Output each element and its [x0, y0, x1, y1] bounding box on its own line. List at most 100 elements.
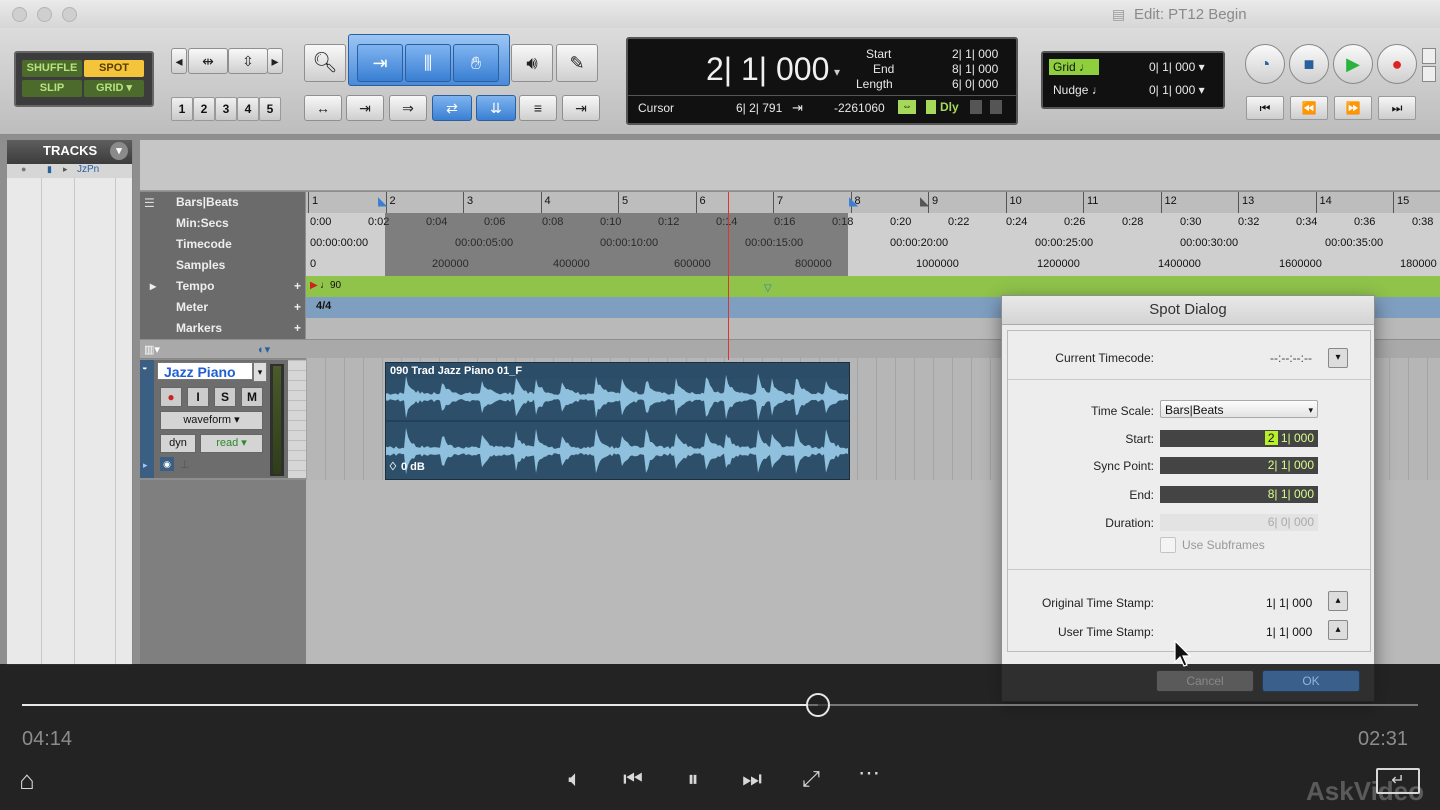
- grid-toggle[interactable]: Grid ♩: [1049, 59, 1099, 75]
- volume-icon[interactable]: 🔈︎: [558, 766, 592, 792]
- spot-mode-button[interactable]: SPOT: [84, 60, 144, 77]
- track-timebase-icon[interactable]: ◉: [160, 457, 174, 471]
- start-value[interactable]: 2| 1| 000: [952, 47, 998, 61]
- automation-mode-selector[interactable]: read ▾: [200, 434, 263, 453]
- mirrored-midi-icon[interactable]: ⇒: [389, 95, 427, 121]
- record-icon[interactable]: ●: [1377, 44, 1417, 84]
- tempo-expand-icon[interactable]: ▸: [150, 276, 156, 297]
- start-marker-icon[interactable]: ◣: [378, 194, 387, 208]
- nudge-value[interactable]: 0| 1| 000 ▾: [1149, 83, 1205, 97]
- online-icon[interactable]: [990, 100, 1002, 114]
- bars-beats-label[interactable]: Bars|Beats: [140, 192, 305, 213]
- pause-icon[interactable]: ⏸︎: [676, 766, 710, 792]
- markers-row-label[interactable]: Markers +: [140, 318, 305, 339]
- grid-value[interactable]: 0| 1| 000 ▾: [1149, 60, 1205, 74]
- zoom-out-arrow-icon[interactable]: ◂: [171, 48, 187, 74]
- video-progress-knob[interactable]: [805, 693, 830, 717]
- zoom-in-arrow-icon[interactable]: ▸: [267, 48, 283, 74]
- dly-label[interactable]: Dly: [940, 100, 959, 114]
- user-time-stamp-up-icon[interactable]: ▴: [1328, 620, 1348, 640]
- counter-dropdown-icon[interactable]: ▾: [834, 65, 840, 79]
- stop-icon[interactable]: ■: [1289, 44, 1329, 84]
- track-collapse-icon[interactable]: ◒: [142, 362, 147, 372]
- slip-mode-button[interactable]: SLIP: [22, 80, 82, 97]
- track-list-name[interactable]: JzPn: [77, 164, 99, 175]
- track-view-menu-icon[interactable]: ▥▾: [144, 343, 160, 356]
- track-view-selector[interactable]: waveform ▾: [160, 411, 263, 430]
- next-icon[interactable]: ⏭︎: [735, 766, 769, 792]
- zoom-preset-5[interactable]: 5: [259, 97, 281, 121]
- zoom-window-button[interactable]: [62, 7, 77, 22]
- tempo-lane[interactable]: ▶ ♩90 ▽: [306, 276, 1440, 297]
- go-to-end-icon[interactable]: ⏭: [1378, 96, 1416, 120]
- track-options-icon[interactable]: ◐▾: [258, 343, 270, 356]
- more-options-icon[interactable]: ⋯: [852, 760, 886, 786]
- meter-value[interactable]: 4/4: [316, 300, 331, 312]
- play-icon[interactable]: ▶: [1333, 44, 1373, 84]
- video-progress-track[interactable]: [22, 704, 1418, 706]
- zoom-preset-3[interactable]: 3: [215, 97, 237, 121]
- bars-beats-lane[interactable]: 1 2 3 4 5 6 7 8 9 10 11 12 13 14 15 ◣ ◣ ◣: [306, 192, 1440, 213]
- track-show-dot-icon[interactable]: ●: [21, 164, 26, 174]
- end-value[interactable]: 8| 1| 000: [952, 62, 998, 76]
- track-expand-icon[interactable]: ▸: [143, 460, 148, 471]
- timecode-label[interactable]: Timecode: [140, 234, 305, 255]
- input-monitor-button[interactable]: I: [187, 387, 209, 407]
- track-visible-icon[interactable]: ▮: [47, 164, 52, 175]
- zoom-preset-1[interactable]: 1: [171, 97, 193, 121]
- expand-transport-icon[interactable]: [1422, 48, 1436, 64]
- link-track-edit-icon[interactable]: ⇊: [476, 95, 516, 121]
- end-marker-icon[interactable]: ◣: [849, 194, 858, 208]
- delay-comp-icon[interactable]: [926, 100, 936, 114]
- ok-button[interactable]: OK: [1262, 670, 1360, 692]
- selector-tool-icon[interactable]: ⫼: [405, 44, 451, 82]
- tracks-menu-icon[interactable]: ▾: [110, 142, 128, 160]
- tempo-marker-icon[interactable]: ▽: [764, 283, 772, 294]
- home-icon[interactable]: ⌂: [10, 765, 44, 796]
- tempo-row-label[interactable]: ▸ Tempo +: [140, 276, 305, 297]
- return-to-zero-icon[interactable]: ⏮: [1246, 96, 1284, 120]
- audio-clip[interactable]: 090 Trad Jazz Piano 01_F ♢ 0 dB: [385, 362, 850, 480]
- main-counter-value[interactable]: 2| 1| 000: [706, 51, 829, 88]
- clip-gain[interactable]: ♢ 0 dB: [388, 460, 425, 473]
- keyboard-focus-icon[interactable]: ⇥: [562, 95, 600, 121]
- grid-mode-button[interactable]: GRID ▾: [84, 80, 144, 97]
- current-timecode-capture-icon[interactable]: ▾: [1328, 348, 1348, 368]
- end-field[interactable]: 8| 1| 000: [1160, 486, 1318, 503]
- close-window-button[interactable]: [12, 7, 27, 22]
- horizontal-zoom-icon[interactable]: ⇹: [188, 48, 228, 74]
- fast-forward-icon[interactable]: ⏩: [1334, 96, 1372, 120]
- nudge-label[interactable]: Nudge ♩: [1053, 83, 1104, 97]
- pencil-tool-icon[interactable]: ✎: [556, 44, 598, 82]
- fullscreen-icon[interactable]: ⤢: [794, 766, 828, 792]
- track-name-menu-icon[interactable]: ▾: [253, 362, 267, 382]
- original-time-stamp-up-icon[interactable]: ▴: [1328, 591, 1348, 611]
- sync-point-field[interactable]: 2| 1| 000: [1160, 457, 1318, 474]
- mute-button[interactable]: M: [241, 387, 263, 407]
- zoom-preset-4[interactable]: 4: [237, 97, 259, 121]
- dyn-button[interactable]: dyn: [160, 434, 196, 453]
- meter-row-label[interactable]: Meter +: [140, 297, 305, 318]
- midi-merge-icon[interactable]: [970, 100, 982, 114]
- zoomer-tool-icon[interactable]: 🔍︎: [304, 44, 346, 82]
- link-timeline-selection-icon[interactable]: ⇄: [432, 95, 472, 121]
- shuffle-mode-button[interactable]: SHUFFLE: [22, 60, 82, 77]
- track-expand-icon[interactable]: ▸: [63, 164, 68, 175]
- solo-button[interactable]: S: [214, 387, 236, 407]
- online-clock-icon[interactable]: ◔: [1245, 44, 1285, 84]
- record-enable-button[interactable]: ●: [160, 387, 182, 407]
- min-secs-label[interactable]: Min:Secs: [140, 213, 305, 234]
- start-field[interactable]: 2 1| 000: [1160, 430, 1318, 447]
- use-subframes-checkbox[interactable]: [1160, 537, 1176, 553]
- add-marker-icon[interactable]: +: [294, 318, 301, 339]
- trim-tool-icon[interactable]: ⇥: [357, 44, 403, 82]
- minimize-window-button[interactable]: [37, 7, 52, 22]
- zoom-preset-2[interactable]: 2: [193, 97, 215, 121]
- elastic-audio-icon[interactable]: ⊥: [180, 458, 190, 471]
- length-value[interactable]: 6| 0| 000: [952, 77, 998, 91]
- grabber-hand-icon[interactable]: ✋︎: [453, 44, 499, 82]
- add-tempo-icon[interactable]: +: [294, 276, 301, 297]
- samples-label[interactable]: Samples: [140, 255, 305, 276]
- zoom-toggle-icon[interactable]: ↔: [304, 95, 342, 121]
- exit-player-icon[interactable]: ↵: [1376, 768, 1420, 794]
